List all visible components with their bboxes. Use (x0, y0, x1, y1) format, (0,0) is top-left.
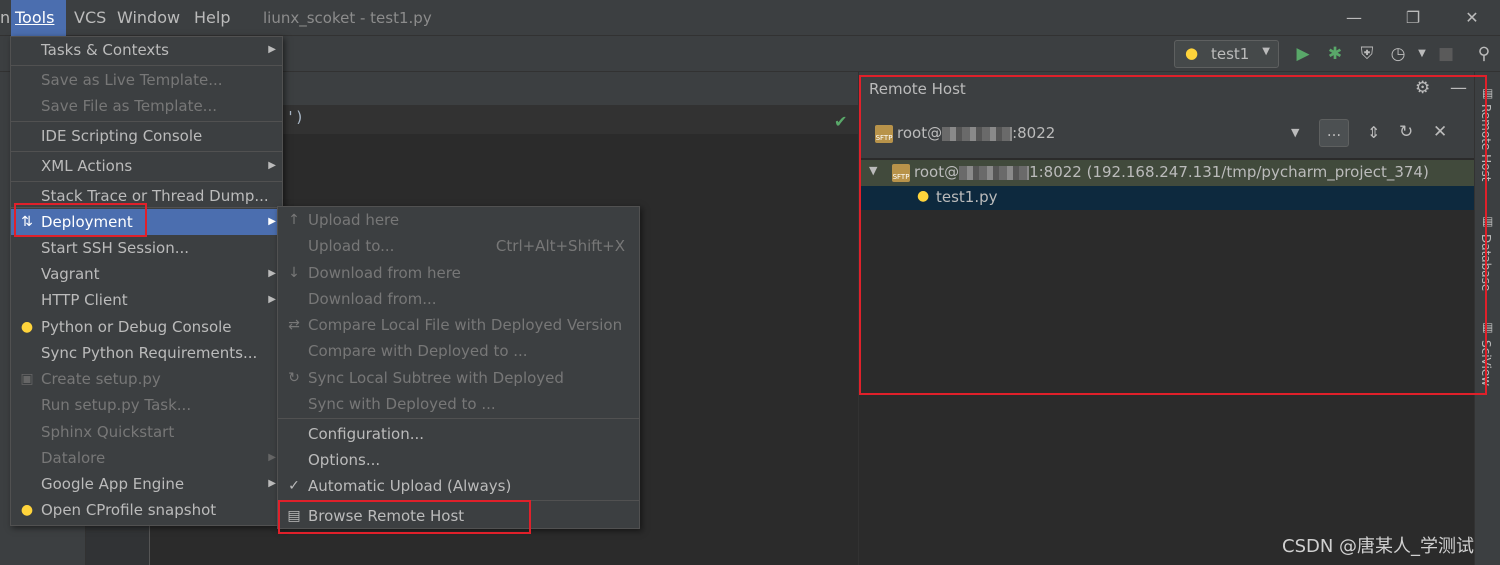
separator (11, 121, 282, 122)
chevron-right-icon: ▶ (268, 294, 276, 305)
check-icon: ✔ (834, 112, 848, 131)
submenu-options[interactable]: Options... (278, 447, 639, 473)
highlight-remote-host-panel (859, 75, 1487, 395)
compare-icon: ⇄ (288, 317, 300, 333)
restore-icon[interactable]: ❐ (1393, 0, 1433, 36)
shortcut-label: Ctrl+Alt+Shift+X (495, 237, 625, 255)
menu-item-open-cprofile[interactable]: ● Open CProfile snapshot (11, 497, 282, 523)
python-icon: ● (20, 502, 34, 518)
sync-icon: ↻ (288, 370, 300, 386)
menu-item-label: Open CProfile snapshot (41, 501, 217, 519)
menu-item-tasks-contexts[interactable]: Tasks & Contexts ▶ (11, 37, 282, 63)
chevron-down-icon: ▼ (1262, 46, 1270, 57)
submenu-compare-local[interactable]: ⇄ Compare Local File with Deployed Versio… (278, 312, 639, 338)
menu-item-xml-actions[interactable]: XML Actions ▶ (11, 153, 282, 179)
menu-item-http-client[interactable]: HTTP Client ▶ (11, 287, 282, 313)
menu-item-save-live-template[interactable]: Save as Live Template... (11, 67, 282, 93)
debug-icon[interactable]: ✱ (1323, 42, 1347, 66)
run-config-selector[interactable]: ● test1 ▼ (1174, 40, 1279, 68)
tools-menu: Tasks & Contexts ▶ Save as Live Template.… (10, 36, 283, 526)
submenu-label: Compare Local File with Deployed Version (308, 316, 623, 334)
menu-item-vagrant[interactable]: Vagrant ▶ (11, 261, 282, 287)
menu-window[interactable]: Window (113, 0, 184, 36)
coverage-icon[interactable]: ⛨ (1355, 42, 1379, 66)
deployment-submenu: ↑ Upload here Upload to... Ctrl+Alt+Shift+… (277, 206, 640, 529)
run-config-label: test1 (1211, 45, 1250, 63)
menu-item-python-console[interactable]: ● Python or Debug Console (11, 314, 282, 340)
menu-item-start-ssh[interactable]: Start SSH Session... (11, 235, 282, 261)
menu-item-ide-scripting-console[interactable]: IDE Scripting Console (11, 123, 282, 149)
python-icon: ● (1185, 44, 1199, 62)
menu-item-label: Create setup.py (41, 370, 161, 388)
window-title: liunx_scoket - test1.py (263, 9, 432, 27)
submenu-compare-deployed[interactable]: Compare with Deployed to ... (278, 338, 639, 364)
submenu-automatic-upload[interactable]: ✓ Automatic Upload (Always) (278, 473, 639, 499)
menu-item-run-setup-task[interactable]: Run setup.py Task... (11, 392, 282, 418)
menu-item-datalore[interactable]: Datalore ▶ (11, 445, 282, 471)
submenu-sync-subtree[interactable]: ↻ Sync Local Subtree with Deployed (278, 365, 639, 391)
watermark: CSDN @唐某人_学测试 (1282, 536, 1475, 557)
search-icon[interactable]: ⚲ (1472, 42, 1496, 66)
chevron-right-icon: ▶ (268, 478, 276, 489)
menu-item-sync-requirements[interactable]: Sync Python Requirements... (11, 340, 282, 366)
minimize-icon[interactable]: — (1334, 0, 1374, 36)
highlight-deployment (14, 203, 147, 237)
chevron-right-icon: ▶ (268, 44, 276, 55)
menu-item-label: HTTP Client (41, 291, 128, 309)
menu-item-label: Python or Debug Console (41, 318, 232, 336)
profile-icon[interactable]: ◷ (1386, 42, 1410, 66)
menu-item-label: Tasks & Contexts (41, 41, 169, 59)
submenu-sync-deployed[interactable]: Sync with Deployed to ... (278, 391, 639, 417)
chevron-right-icon: ▶ (268, 160, 276, 171)
submenu-label: Download from here (308, 264, 461, 282)
menu-item-create-setup[interactable]: ▣ Create setup.py (11, 366, 282, 392)
menu-vcs[interactable]: VCS (70, 0, 110, 36)
submenu-download-from[interactable]: Download from... (278, 286, 639, 312)
chevron-right-icon: ▶ (268, 216, 276, 227)
upload-icon: ↑ (288, 212, 300, 228)
python-icon: ● (20, 319, 34, 335)
code-line: ') (286, 108, 305, 126)
more-dropdown-icon[interactable]: ▼ (1410, 42, 1434, 66)
submenu-label: Upload here (308, 211, 400, 229)
menu-item-save-file-template[interactable]: Save File as Template... (11, 93, 282, 119)
separator (11, 65, 282, 66)
menu-item-sphinx-quickstart[interactable]: Sphinx Quickstart (11, 419, 282, 445)
submenu-label: Automatic Upload (Always) (308, 477, 512, 495)
submenu-upload-here[interactable]: ↑ Upload here (278, 207, 639, 233)
chevron-right-icon: ▶ (268, 268, 276, 279)
menu-item-label: Google App Engine (41, 475, 185, 493)
run-icon[interactable]: ▶ (1291, 42, 1315, 66)
submenu-configuration[interactable]: Configuration... (278, 421, 639, 447)
menu-bar: n Tools VCS Window Help liunx_scoket - t… (0, 0, 1500, 36)
check-icon: ✓ (288, 478, 300, 494)
separator (11, 151, 282, 152)
submenu-upload-to[interactable]: Upload to... Ctrl+Alt+Shift+X (278, 233, 639, 259)
highlight-browse-remote-host (278, 500, 531, 534)
menu-item-label: XML Actions (41, 157, 133, 175)
setup-icon: ▣ (20, 371, 34, 387)
submenu-label: Upload to... (308, 237, 395, 255)
submenu-label: Sync Local Subtree with Deployed (308, 369, 564, 387)
menu-tools[interactable]: Tools (11, 0, 66, 36)
menu-item-label: Datalore (41, 449, 106, 467)
close-icon[interactable]: ✕ (1452, 0, 1492, 36)
download-icon: ↓ (288, 265, 300, 281)
menu-item-google-app-engine[interactable]: Google App Engine ▶ (11, 471, 282, 497)
menu-item-label: Vagrant (41, 265, 100, 283)
chevron-right-icon: ▶ (268, 452, 276, 463)
separator (11, 181, 282, 182)
submenu-download-here[interactable]: ↓ Download from here (278, 260, 639, 286)
separator (278, 418, 639, 419)
stop-icon[interactable]: ■ (1434, 42, 1458, 66)
menu-help[interactable]: Help (190, 0, 234, 36)
